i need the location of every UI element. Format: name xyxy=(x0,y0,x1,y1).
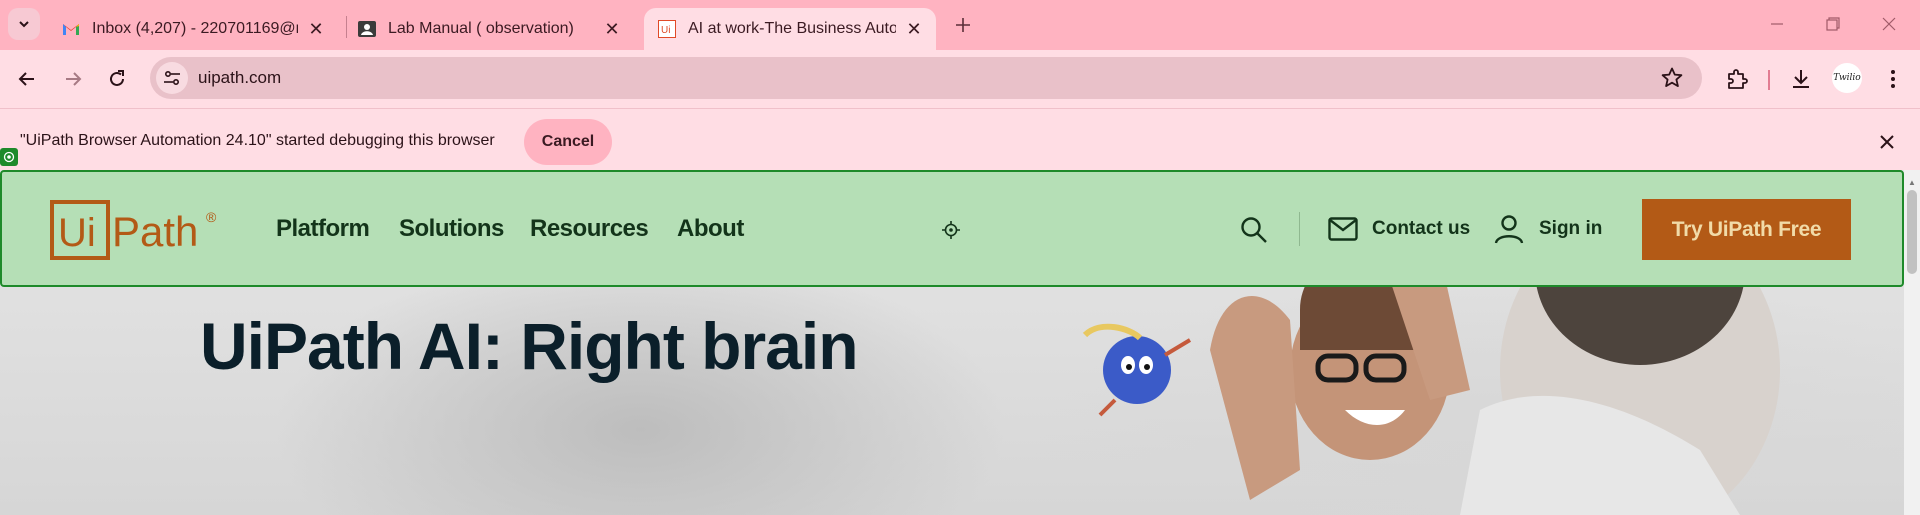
hero-title: UiPath AI: Right brain xyxy=(200,309,859,383)
restore-button[interactable] xyxy=(1810,6,1856,42)
try-uipath-free-button[interactable]: Try UiPath Free xyxy=(1642,199,1851,260)
user-icon[interactable] xyxy=(1494,214,1524,244)
forward-button[interactable] xyxy=(56,62,90,96)
reload-icon xyxy=(110,70,124,86)
chevron-down-icon xyxy=(19,21,29,28)
plus-icon xyxy=(956,18,970,32)
gmail-icon xyxy=(62,20,80,38)
new-tab-button[interactable] xyxy=(948,10,978,40)
tab-title: Inbox (4,207) - 220701169@raja xyxy=(92,20,298,37)
scroll-up-arrow-icon[interactable]: ▲ xyxy=(1904,176,1920,188)
tab-uipath[interactable]: Ui AI at work-The Business Automa ✕ xyxy=(644,8,936,50)
address-bar[interactable]: uipath.com xyxy=(150,57,1702,99)
site-header: Ui Path ® Platform Solutions Resources A… xyxy=(0,170,1904,287)
avatar-text: Twilio xyxy=(1833,73,1861,83)
browser-toolbar: uipath.com xyxy=(0,50,1920,108)
nav-solutions[interactable]: Solutions xyxy=(399,215,504,243)
crosshair-target-icon xyxy=(942,221,960,239)
profile-avatar[interactable]: Twilio xyxy=(1832,63,1862,93)
close-icon[interactable]: ✕ xyxy=(306,19,326,39)
sign-in-link[interactable]: Sign in xyxy=(1539,218,1602,240)
window-close-button[interactable] xyxy=(1866,6,1912,42)
tab-lab-manual[interactable]: Lab Manual ( observation) ✕ xyxy=(344,8,634,50)
back-button[interactable] xyxy=(10,62,44,96)
close-icon[interactable]: ✕ xyxy=(904,19,924,39)
uipath-logo[interactable]: Ui Path ® xyxy=(50,200,220,265)
kebab-menu-icon xyxy=(1891,70,1895,88)
arrow-left-icon xyxy=(18,72,34,86)
url-text[interactable]: uipath.com xyxy=(198,68,281,88)
nav-about[interactable]: About xyxy=(677,215,744,243)
bookmark-star-icon[interactable] xyxy=(1660,66,1684,90)
cancel-button[interactable]: Cancel xyxy=(524,119,612,165)
extensions-button[interactable] xyxy=(1720,62,1754,96)
debug-infobar: "UiPath Browser Automation 24.10" starte… xyxy=(0,108,1920,170)
close-icon xyxy=(1882,17,1896,31)
tab-title: Lab Manual ( observation) xyxy=(388,20,574,37)
restore-icon xyxy=(1826,17,1840,31)
minimize-icon xyxy=(1771,23,1783,25)
logo-path-text: Path xyxy=(112,208,198,255)
arrow-right-icon xyxy=(66,72,82,86)
menu-button[interactable] xyxy=(1876,62,1910,96)
logo-ui-text: Ui xyxy=(58,211,96,255)
nav-platform[interactable]: Platform xyxy=(276,215,370,243)
toolbar-divider xyxy=(1768,70,1770,90)
site-info-button[interactable] xyxy=(156,62,188,94)
nav-resources[interactable]: Resources xyxy=(530,215,649,243)
header-divider xyxy=(1299,212,1300,246)
logo-registered-mark: ® xyxy=(206,209,217,225)
close-icon[interactable]: ✕ xyxy=(602,19,622,39)
tune-icon xyxy=(164,71,180,85)
automation-target-icon xyxy=(0,148,18,166)
uipath-logo-mark: Ui Path ® xyxy=(50,200,217,260)
contact-us-link[interactable]: Contact us xyxy=(1372,218,1470,240)
mail-icon[interactable] xyxy=(1328,217,1358,241)
reload-button[interactable] xyxy=(100,62,134,96)
svg-text:Ui: Ui xyxy=(661,25,670,36)
search-icon[interactable] xyxy=(1240,216,1268,244)
classroom-icon xyxy=(358,20,376,38)
tab-strip: Inbox (4,207) - 220701169@raja ✕ Lab Man… xyxy=(0,0,1920,50)
puzzle-icon xyxy=(1728,69,1748,89)
download-icon xyxy=(1793,70,1809,88)
tab-title: AI at work-The Business Automa xyxy=(688,20,896,37)
infobar-message: "UiPath Browser Automation 24.10" starte… xyxy=(20,132,495,149)
downloads-button[interactable] xyxy=(1784,62,1818,96)
uipath-favicon: Ui xyxy=(658,20,676,38)
tab-search-button[interactable] xyxy=(8,8,40,40)
minimize-button[interactable] xyxy=(1754,6,1800,42)
scrollbar-thumb[interactable] xyxy=(1907,190,1917,274)
tab-gmail[interactable]: Inbox (4,207) - 220701169@raja ✕ xyxy=(48,8,338,50)
close-icon[interactable] xyxy=(1876,131,1898,153)
